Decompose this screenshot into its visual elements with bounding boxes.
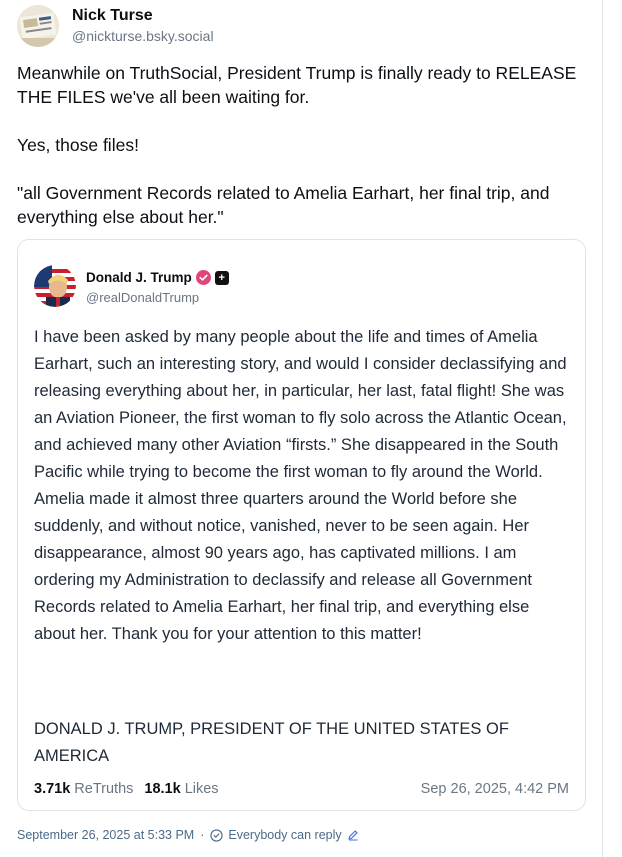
likes-label: Likes xyxy=(184,781,219,797)
quoted-post-stats: 3.71k ReTruths 18.1k Likes Sep 26, 2025, 4… xyxy=(34,779,569,799)
quoted-author-avatar[interactable] xyxy=(34,265,76,307)
verified-badge-icon xyxy=(195,270,211,285)
reply-settings-label[interactable]: Everybody can reply xyxy=(228,828,341,842)
quoted-post-body: I have been asked by many people about t… xyxy=(34,328,567,643)
post-container: Nick Turse @nickturse.bsky.social Meanwh… xyxy=(0,0,603,857)
edit-pencil-icon[interactable] xyxy=(347,829,359,841)
likes-stat[interactable]: 18.1k Likes xyxy=(144,781,218,797)
post-timestamp[interactable]: September 26, 2025 at 5:33 PM xyxy=(17,828,194,842)
quoted-post-signature: DONALD J. TRUMP, PRESIDENT OF THE UNITED… xyxy=(34,720,509,765)
reply-settings-icon xyxy=(210,828,224,842)
quoted-post-card[interactable]: Donald J. Trump + @realDonaldTrump I hav… xyxy=(17,239,586,811)
post-paragraph: Yes, those files! xyxy=(17,135,139,155)
author-avatar[interactable] xyxy=(17,5,59,47)
author-name[interactable]: Nick Turse xyxy=(72,6,214,26)
retruths-stat[interactable]: 3.71k ReTruths xyxy=(34,781,133,797)
retruths-count: 3.71k xyxy=(34,781,71,797)
likes-count: 18.1k xyxy=(144,781,181,797)
retruths-label: ReTruths xyxy=(74,781,134,797)
post-paragraph: "all Government Records related to Ameli… xyxy=(17,183,550,227)
post-paragraph: Meanwhile on TruthSocial, President Trum… xyxy=(17,63,577,107)
post-footer: September 26, 2025 at 5:33 PM · Everybod… xyxy=(17,826,359,844)
post-header: Nick Turse @nickturse.bsky.social xyxy=(17,5,214,47)
plus-badge-icon: + xyxy=(214,270,229,285)
quoted-author-handle[interactable]: @realDonaldTrump xyxy=(86,290,229,305)
post-text: Meanwhile on TruthSocial, President Trum… xyxy=(17,61,589,229)
avatar-image xyxy=(34,265,76,307)
quoted-author-name[interactable]: Donald J. Trump xyxy=(86,270,192,285)
avatar-image xyxy=(17,5,59,47)
separator-dot: · xyxy=(200,828,205,842)
author-handle[interactable]: @nickturse.bsky.social xyxy=(72,27,214,46)
quoted-post-date[interactable]: Sep 26, 2025, 4:42 PM xyxy=(421,781,569,797)
quoted-post-header: Donald J. Trump + @realDonaldTrump xyxy=(34,265,229,307)
